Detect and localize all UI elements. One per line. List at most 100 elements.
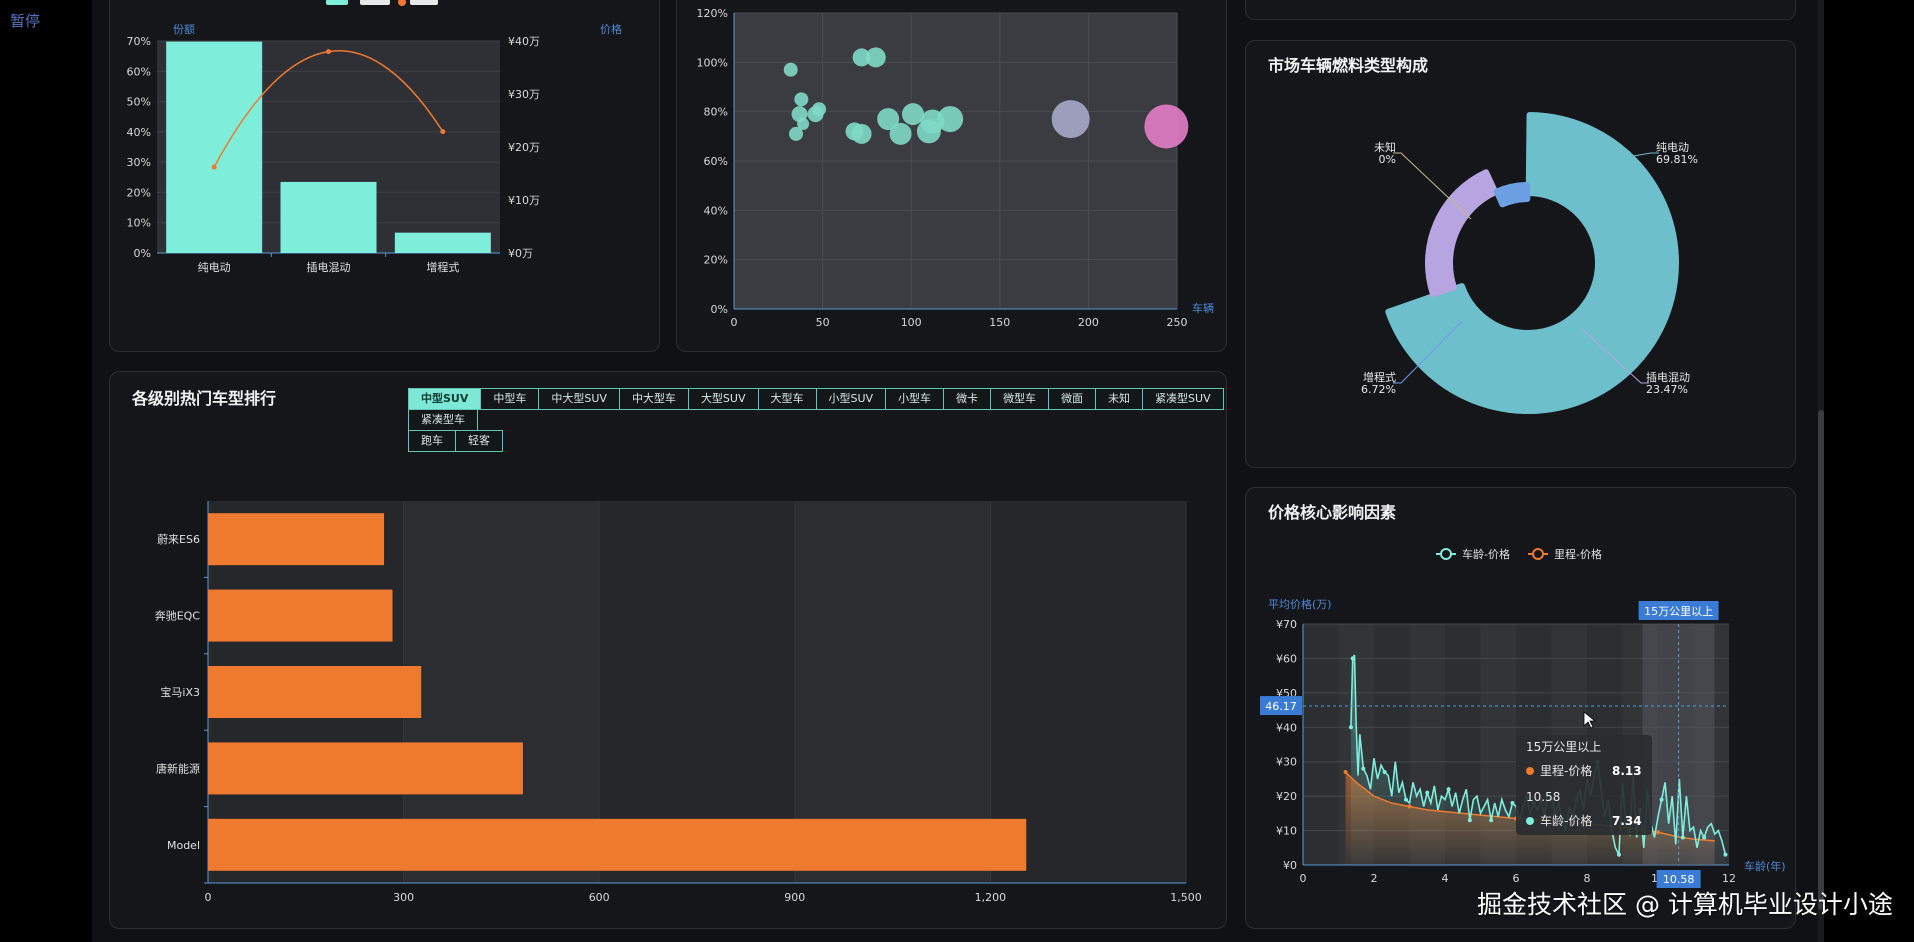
bar-Model <box>208 818 1027 871</box>
x-tick-label: 150 <box>989 316 1010 329</box>
x-tick-label: 50 <box>816 316 830 329</box>
age-price-point <box>1382 770 1387 775</box>
x-tick-label: 0 <box>731 316 738 329</box>
scrollbar-thumb[interactable] <box>1818 410 1824 910</box>
bar-唐新能源 <box>208 742 523 795</box>
bubble-3 <box>797 118 810 130</box>
tab-小型SUV[interactable]: 小型SUV <box>815 388 887 410</box>
tab-中型车[interactable]: 中型车 <box>480 388 540 410</box>
mileage-price-point <box>1343 770 1348 775</box>
category-label: 唐新能源 <box>156 761 200 775</box>
tooltip-group1-marker <box>1526 767 1534 775</box>
age-price-point <box>1348 725 1353 730</box>
tab-中型SUV[interactable]: 中型SUV <box>408 388 482 410</box>
top-right-panel <box>1245 0 1796 20</box>
crosshair-top-label: 15万公里以上 <box>1644 605 1713 618</box>
band <box>1303 624 1339 865</box>
tab-紧凑型SUV[interactable]: 紧凑型SUV <box>1142 388 1224 410</box>
tab-微型车[interactable]: 微型车 <box>990 388 1050 410</box>
left-tick-label: 40% <box>127 126 151 139</box>
price-factors-panel: 价格核心影响因素 车龄-价格 里程-价格 平均价格(万) ¥0 ¥10 ¥20 ¥30 ¥… <box>1245 487 1796 929</box>
tab-微面[interactable]: 微面 <box>1048 388 1097 410</box>
tab-中大型SUV[interactable]: 中大型SUV <box>538 388 620 410</box>
mileage-price-point <box>1656 830 1660 835</box>
tooltip-group2-title: 10.58 <box>1526 790 1560 804</box>
left-tick-label: 10% <box>127 217 151 230</box>
x-tick-label: 1,200 <box>975 891 1007 904</box>
y-tick-label: ¥40 <box>1276 721 1297 734</box>
tab-紧凑型车[interactable]: 紧凑型车 <box>408 409 478 431</box>
tab-中大型车[interactable]: 中大型车 <box>618 388 689 410</box>
y-axis-name: 平均价格(万) <box>1268 597 1332 611</box>
y-tick-label: ¥30 <box>1276 756 1297 769</box>
vehicle-class-tabs: 中型SUV 中型车 中大型SUV 中大型车 大型SUV 大型车 小型SUV 小型车 微卡 微型车微… <box>408 388 1238 452</box>
bubble-4 <box>794 92 809 107</box>
tooltip-group1-value: 8.13 <box>1612 764 1642 778</box>
y-tick-label: ¥20 <box>1276 790 1297 803</box>
rose-slice-增程式 <box>1493 182 1531 208</box>
age-price-point <box>1510 801 1515 806</box>
left-tick-label: 30% <box>127 156 151 169</box>
dashboard: 份额 价格 0% 10% 20% 30% 40% 50% 60% 70% ¥0万 ¥10万 ¥20万… <box>92 0 1820 942</box>
fuel-type-panel: 市场车辆燃料类型构成 纯电动 69.81% 插电混动 23.47% 增程式 6.72% 未知… <box>1245 40 1796 468</box>
tab-大型SUV[interactable]: 大型SUV <box>687 388 759 410</box>
bar-蔚来ES6 <box>208 513 385 566</box>
x-tick-label: 100 <box>901 316 922 329</box>
slice-percent: 23.47% <box>1646 383 1688 396</box>
y-tick-label: 20% <box>704 254 728 267</box>
legend-label: 车龄-价格 <box>1462 547 1510 561</box>
tab-小型车[interactable]: 小型车 <box>885 388 945 410</box>
y-tick-label: 80% <box>704 106 728 119</box>
tooltip-group1-series: 里程-价格 <box>1540 763 1592 778</box>
fuel-share-panel: 份额 价格 0% 10% 20% 30% 40% 50% 60% 70% ¥0万 ¥10万 ¥20万… <box>109 0 660 352</box>
age-price-point <box>1616 852 1621 857</box>
legend-marker-车龄-价格 <box>1440 548 1452 560</box>
right-tick-label: ¥40万 <box>508 35 540 48</box>
crosshair-y-label: 46.17 <box>1265 700 1297 713</box>
rose-slice-插电混动 <box>1425 169 1499 298</box>
x-tick-label: 300 <box>393 891 414 904</box>
x-tick-label: 4 <box>1442 872 1449 885</box>
left-tick-label: 20% <box>127 186 151 199</box>
category-label: 宝马iX3 <box>160 685 200 699</box>
y-tick-label: 40% <box>704 204 728 217</box>
screen: 暂停 份额 价格 0% 10% 20% 30% 40% 50% 60% 70% ¥0万 ¥10万 ¥… <box>0 0 1914 942</box>
bubble-12 <box>889 122 912 145</box>
age-price-point <box>1350 656 1355 661</box>
x-tick-label: 2 <box>1371 872 1378 885</box>
tab-大型车[interactable]: 大型车 <box>757 388 817 410</box>
y-tick-label: 60% <box>704 155 728 168</box>
bubble-0 <box>783 62 798 77</box>
bubble-10 <box>851 123 872 144</box>
price-point-插电混动 <box>326 49 331 55</box>
right-axis-name: 价格 <box>600 22 622 36</box>
x-tick-label: 1,500 <box>1170 891 1202 904</box>
price-point-纯电动 <box>211 164 217 170</box>
legend-label: 里程-价格 <box>1554 547 1602 561</box>
right-tick-label: ¥0万 <box>508 247 533 260</box>
pause-button[interactable]: 暂停 <box>10 10 40 31</box>
x-tick-label: 600 <box>589 891 610 904</box>
slice-name: 插电混动 <box>1646 370 1690 384</box>
mileage-price-point <box>1407 804 1412 809</box>
age-price-point <box>1361 766 1366 771</box>
y-tick-label: ¥60 <box>1276 652 1297 665</box>
tooltip-group2-series: 车龄-价格 <box>1540 813 1592 828</box>
tooltip-group2-value: 7.34 <box>1612 814 1642 828</box>
x-axis-name: 车龄(年) <box>1744 859 1786 873</box>
x-tick-label: 8 <box>1584 872 1591 885</box>
right-tick-label: ¥30万 <box>508 88 540 101</box>
x-tick-label: 0 <box>205 891 212 904</box>
y-tick-label: ¥0 <box>1283 859 1297 872</box>
tab-微卡[interactable]: 微卡 <box>943 388 992 410</box>
legend-stub <box>326 0 438 6</box>
bar-宝马iX3 <box>208 666 422 718</box>
tab-未知[interactable]: 未知 <box>1095 388 1144 410</box>
x-tick-label: 6 <box>1513 872 1520 885</box>
left-tick-label: 70% <box>127 35 151 48</box>
tab-跑车[interactable]: 跑车 <box>408 430 456 452</box>
price-factors-chart: 车龄-价格 里程-价格 平均价格(万) ¥0¥10¥20¥30¥40¥50¥60¥… <box>1260 547 1786 888</box>
tab-轻客[interactable]: 轻客 <box>455 430 503 452</box>
bubble-scatter-chart: 0% 20% 40% 60% 80% 100% 120% 0 50 100 150 200 250 车辆 <box>697 7 1214 329</box>
age-price-point <box>1723 852 1728 857</box>
